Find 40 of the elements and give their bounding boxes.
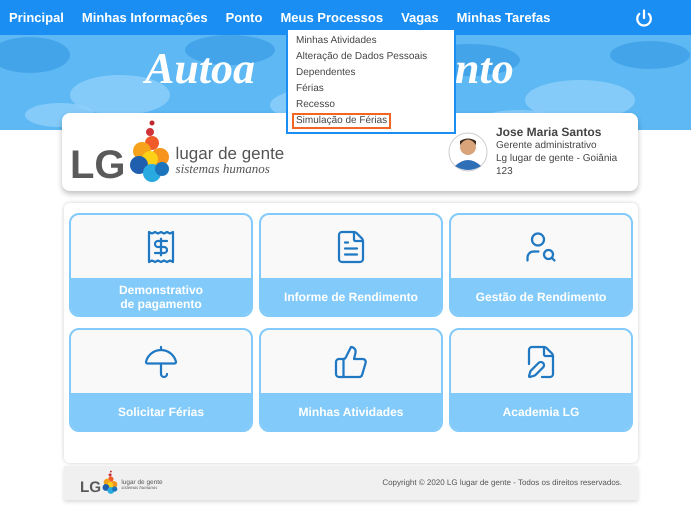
tile-label: Solicitar Férias — [71, 393, 251, 430]
user-name: Jose Maria Santos — [496, 126, 602, 139]
user-company: Lg lugar de gente - Goiânia — [496, 152, 618, 165]
nav-link[interactable]: Minhas Informações — [82, 8, 208, 28]
tile-label: Demonstrativo de pagamento — [71, 278, 251, 315]
shortcut-tile[interactable]: Demonstrativo de pagamento — [69, 213, 253, 317]
menu-item[interactable]: Simulação de Férias — [292, 113, 392, 129]
menu-item[interactable]: Recesso — [292, 97, 339, 113]
user-role: Gerente administrativo — [496, 139, 598, 152]
shortcut-tile[interactable]: Academia LG — [449, 328, 633, 432]
nav-link[interactable]: Minhas Tarefas — [456, 8, 550, 28]
shortcut-tile[interactable]: Informe de Rendimento — [259, 213, 443, 317]
logo-mark: LG — [80, 480, 102, 496]
thumbs-up-icon — [333, 344, 369, 380]
power-icon[interactable] — [635, 8, 653, 26]
logo-name: lugar de gente — [176, 145, 284, 162]
copyright-text: Copyright © 2020 LG lugar de gente - Todos os direitos reservados. — [382, 477, 622, 489]
avatar-icon — [448, 132, 488, 172]
user-code: 123 — [496, 165, 514, 178]
umbrella-icon — [143, 344, 179, 380]
nav-link[interactable]: Ponto — [226, 8, 262, 28]
banner-title: nto — [455, 47, 514, 91]
shortcut-tile[interactable]: Gestão de Rendimento — [449, 213, 633, 317]
logo-bubbles-icon — [101, 470, 120, 496]
logo-mark: LG — [70, 145, 126, 185]
nav-link[interactable]: Principal — [9, 8, 64, 28]
banner-title: Autoa — [145, 47, 256, 91]
logo-tagline: sistemas humanos — [176, 162, 270, 175]
nav-link[interactable]: Vagas — [401, 8, 439, 28]
menu-item[interactable]: Alteração de Dados Pessoais — [292, 49, 432, 65]
tile-label: Informe de Rendimento — [261, 278, 441, 315]
menu-item[interactable]: Dependentes — [292, 65, 360, 81]
menu-item[interactable]: Férias — [292, 81, 328, 97]
menu-item[interactable]: Minhas Atividades — [292, 33, 381, 49]
tile-label: Gestão de Rendimento — [451, 278, 631, 315]
shortcut-tile[interactable]: Solicitar Férias — [69, 328, 253, 432]
tile-label: Academia LG — [451, 393, 631, 430]
shortcut-tile[interactable]: Minhas Atividades — [259, 328, 443, 432]
nav-link[interactable]: Meus Processos — [280, 8, 384, 28]
tile-label: Minhas Atividades — [261, 393, 441, 430]
